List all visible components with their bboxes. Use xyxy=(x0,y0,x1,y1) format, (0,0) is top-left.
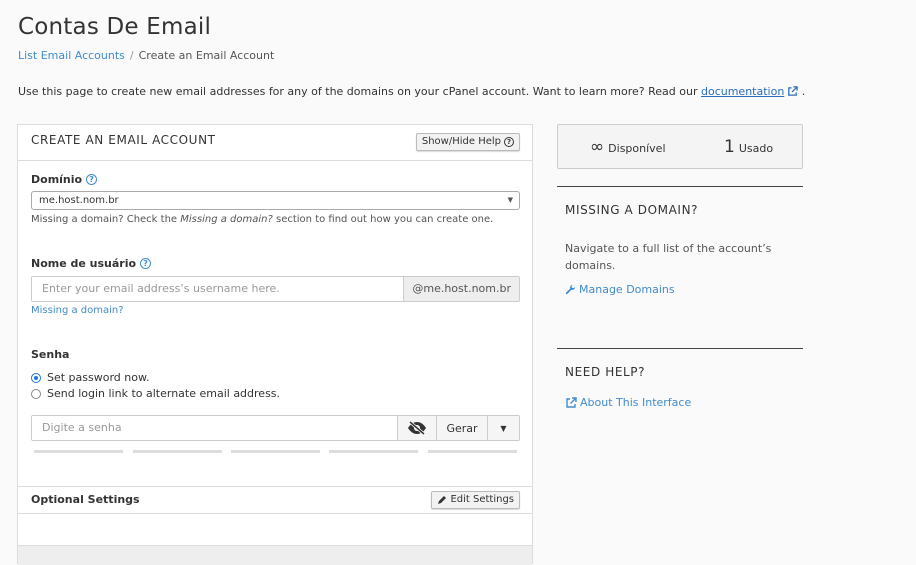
available-label: Disponível xyxy=(608,142,666,155)
available-count: ∞ xyxy=(590,137,605,157)
stat-used: 1 Usado xyxy=(724,137,773,157)
domain-select[interactable]: me.host.nom.br ▼ xyxy=(31,191,520,210)
account-stats: ∞ Disponível 1 Usado xyxy=(557,124,803,169)
need-help-section: NEED HELP? About This Interface xyxy=(557,348,803,428)
domain-hint-em: Missing a domain? xyxy=(180,214,273,225)
password-label-text: Senha xyxy=(31,348,70,361)
strength-segment-2 xyxy=(133,450,222,453)
edit-settings-label: Edit Settings xyxy=(450,494,514,505)
manage-domains-link[interactable]: Manage Domains xyxy=(565,283,675,296)
breadcrumb: List Email Accounts / Create an Email Acco… xyxy=(18,49,274,62)
radio-send-login-link[interactable]: Send login link to alternate email addre… xyxy=(31,387,280,400)
need-help-title: NEED HELP? xyxy=(565,365,646,379)
show-hide-help-label: Show/Hide Help xyxy=(421,136,501,147)
create-account-panel: CREATE AN EMAIL ACCOUNT Show/Hide Help ?… xyxy=(17,124,533,565)
generate-options-dropdown[interactable]: ▼ xyxy=(487,416,519,440)
used-label: Usado xyxy=(738,142,774,155)
radio-send-link-label: Send login link to alternate email addre… xyxy=(47,387,281,400)
domain-label-text: Domínio xyxy=(31,173,83,186)
username-label-text: Nome de usuário xyxy=(31,257,137,270)
missing-domain-section: MISSING A DOMAIN? Navigate to a full lis… xyxy=(557,186,803,316)
about-interface-label: About This Interface xyxy=(580,396,692,409)
intro-end: . xyxy=(801,85,806,98)
radio-checked-icon[interactable] xyxy=(31,372,41,383)
show-hide-help-button[interactable]: Show/Hide Help ? xyxy=(415,133,520,151)
breadcrumb-separator: / xyxy=(129,49,134,62)
strength-segment-5 xyxy=(428,450,517,453)
intro-text: Use this page to create new email addres… xyxy=(18,85,805,100)
optional-settings-title: Optional Settings xyxy=(31,493,140,506)
panel-header: CREATE AN EMAIL ACCOUNT Show/Hide Help ? xyxy=(18,125,532,161)
edit-settings-button[interactable]: Edit Settings xyxy=(431,491,520,509)
domain-hint-pre: Missing a domain? Check the xyxy=(31,214,178,225)
missing-domain-title: MISSING A DOMAIN? xyxy=(565,203,699,217)
password-input-group: Digite a senha Gerar ▼ xyxy=(31,415,520,441)
strength-segment-4 xyxy=(329,450,418,453)
breadcrumb-current: Create an Email Account xyxy=(138,49,275,62)
optional-settings-bar: Optional Settings Edit Settings xyxy=(18,486,532,514)
wrench-icon xyxy=(565,284,576,295)
username-input[interactable]: Enter your email address’s username here… xyxy=(32,277,404,301)
missing-domain-link[interactable]: Missing a domain? xyxy=(31,305,124,316)
password-input[interactable]: Digite a senha xyxy=(32,416,397,440)
domain-label: Domínio ? xyxy=(31,173,98,186)
domain-help-icon[interactable]: ? xyxy=(86,174,98,185)
external-link-icon xyxy=(566,396,577,408)
caret-down-icon: ▼ xyxy=(500,423,507,433)
external-link-icon[interactable] xyxy=(787,86,799,100)
generate-password-button[interactable]: Gerar xyxy=(436,416,487,440)
username-label: Nome de usuário ? xyxy=(31,257,152,270)
panel-footer xyxy=(18,545,532,565)
stat-available: ∞ Disponível xyxy=(590,137,666,157)
password-label: Senha xyxy=(31,348,69,361)
domain-hint: Missing a domain? Check the Missing a do… xyxy=(31,214,493,225)
manage-domains-label: Manage Domains xyxy=(579,283,675,296)
page-title: Contas De Email xyxy=(18,14,212,40)
domain-select-value: me.host.nom.br xyxy=(39,195,119,206)
username-help-icon[interactable]: ? xyxy=(140,258,152,269)
toggle-visibility-button[interactable] xyxy=(397,416,436,440)
missing-domain-text: Navigate to a full list of the account’s… xyxy=(565,242,772,272)
eye-slash-icon xyxy=(408,421,426,435)
intro-text-body: Use this page to create new email addres… xyxy=(18,85,698,98)
question-icon: ? xyxy=(504,137,514,147)
domain-suffix: @me.host.nom.br xyxy=(403,277,519,301)
panel-title: CREATE AN EMAIL ACCOUNT xyxy=(31,133,216,147)
domain-hint-post: section to find out how you can create o… xyxy=(276,214,494,225)
pencil-icon xyxy=(438,496,447,504)
breadcrumb-list-email-accounts[interactable]: List Email Accounts xyxy=(18,49,125,62)
username-input-group: Enter your email address’s username here… xyxy=(31,276,520,302)
radio-set-now-label: Set password now. xyxy=(47,371,150,384)
used-count: 1 xyxy=(724,137,735,157)
radio-set-password-now[interactable]: Set password now. xyxy=(31,371,149,384)
strength-segment-1 xyxy=(34,450,123,453)
chevron-down-icon: ▼ xyxy=(507,196,513,204)
strength-segment-3 xyxy=(231,450,320,453)
about-interface-link[interactable]: About This Interface xyxy=(565,396,691,409)
radio-unchecked-icon[interactable] xyxy=(31,388,41,399)
documentation-link[interactable]: documentation xyxy=(701,85,784,98)
